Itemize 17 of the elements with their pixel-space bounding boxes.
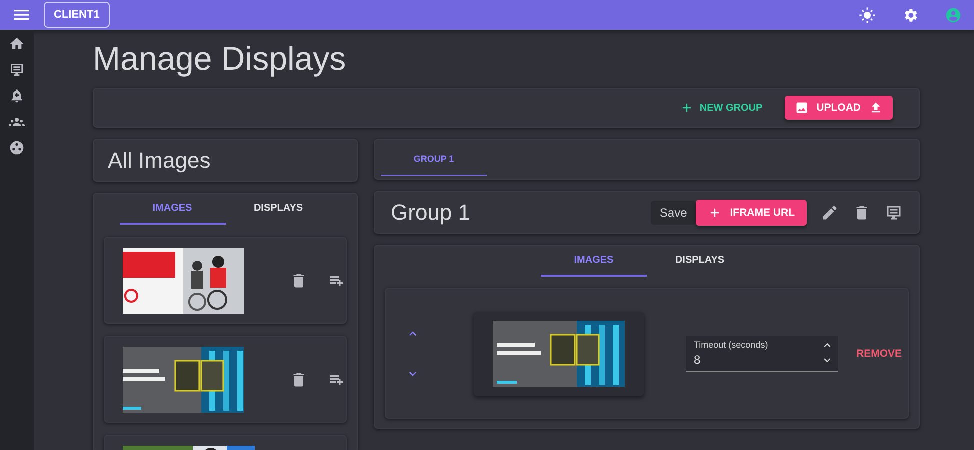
timeout-value: 8 [694,352,702,366]
tab[interactable]: DISPLAYS [647,246,753,277]
tab[interactable]: IMAGES [541,246,647,277]
group-title: Group 1 [391,200,472,226]
tab[interactable]: GROUP 1 [381,142,487,176]
tab[interactable]: DISPLAYS [226,194,332,225]
timeout-label: Timeout (seconds) [694,340,770,350]
timeout-field[interactable]: Timeout (seconds) 8 [686,336,838,372]
remove-button[interactable]: REMOVE [850,346,908,360]
upload-button[interactable]: UPLOAD [784,96,893,120]
iframe-url-button[interactable]: IFRAME URL [696,200,807,226]
tab[interactable]: IMAGES [120,194,226,225]
client-button[interactable]: CLIENT1 [44,2,110,28]
save-button[interactable]: Save [650,200,696,224]
page-title: Manage Displays [93,40,348,78]
new-group-button[interactable]: NEW GROUP [674,100,769,116]
all-images-title: All Images [93,139,358,182]
